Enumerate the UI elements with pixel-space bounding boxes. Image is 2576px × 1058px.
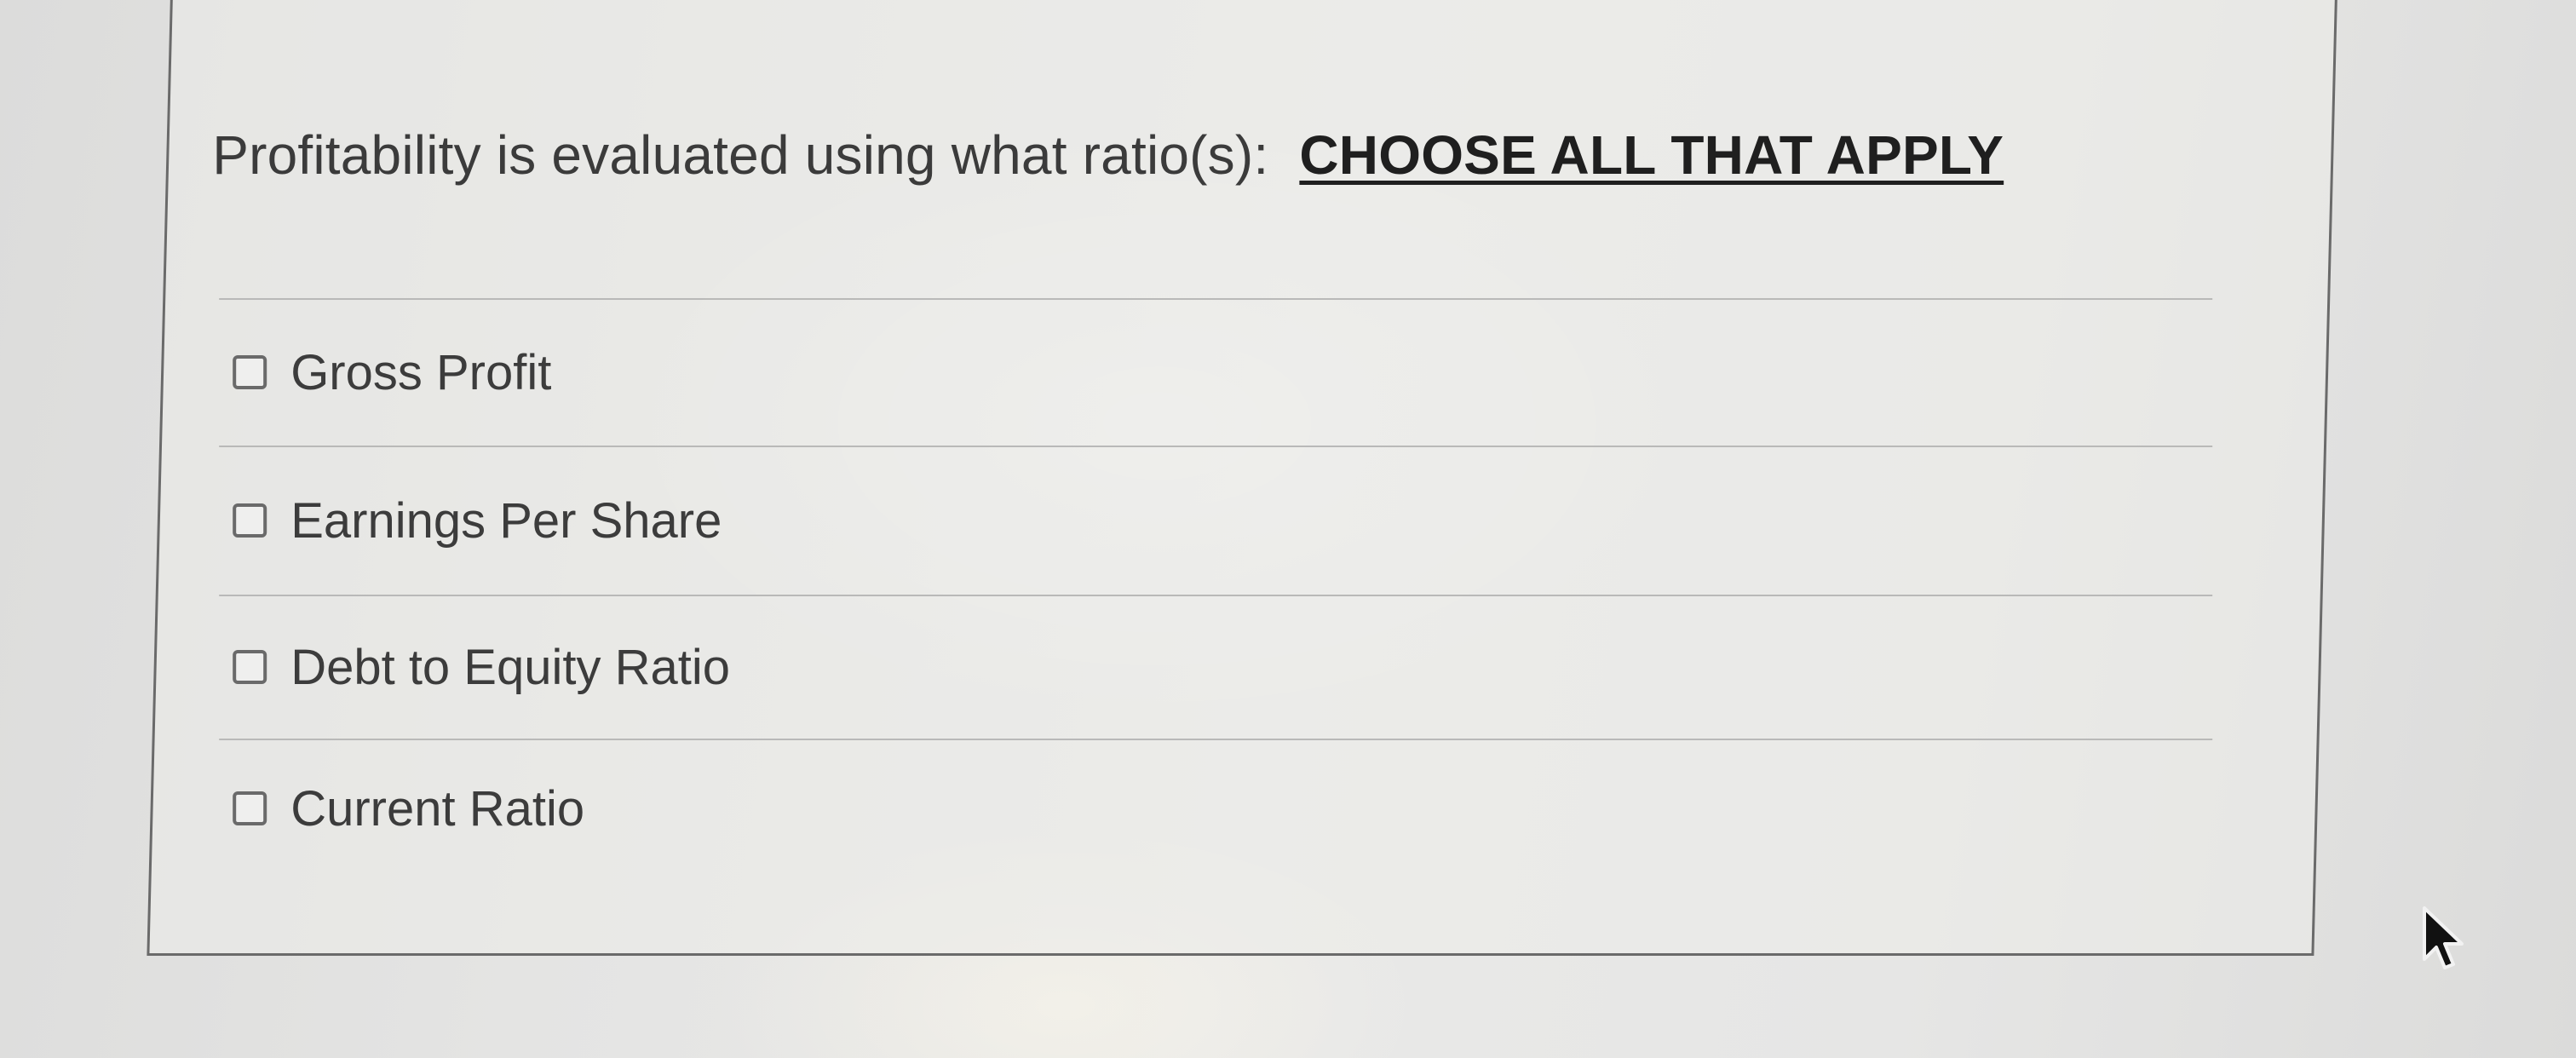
option-gross-profit[interactable]: Gross Profit [233,338,551,406]
question-card: Profitability is evaluated using what ra… [147,0,2338,956]
option-label: Debt to Equity Ratio [290,639,731,695]
checkbox-icon[interactable] [233,791,267,825]
checkbox-icon[interactable] [233,650,267,684]
option-debt-to-equity-ratio[interactable]: Debt to Equity Ratio [233,633,730,701]
divider [219,298,2213,300]
question-prompt-text: Profitability is evaluated using what ra… [212,124,1269,186]
option-earnings-per-share[interactable]: Earnings Per Share [233,486,722,555]
choose-all-instruction: CHOOSE ALL THAT APPLY [1299,124,2004,186]
question-prompt: Profitability is evaluated using what ra… [212,124,2004,187]
option-label: Earnings Per Share [290,492,722,549]
checkbox-icon[interactable] [233,503,267,538]
divider [219,595,2213,596]
option-label: Gross Profit [290,344,552,400]
question-card-content: Profitability is evaluated using what ra… [212,0,2272,953]
checkbox-icon[interactable] [233,355,267,389]
divider [219,739,2213,740]
option-label: Current Ratio [290,780,585,837]
option-current-ratio[interactable]: Current Ratio [233,774,584,842]
mouse-pointer-icon [2423,906,2464,969]
divider [219,446,2213,447]
